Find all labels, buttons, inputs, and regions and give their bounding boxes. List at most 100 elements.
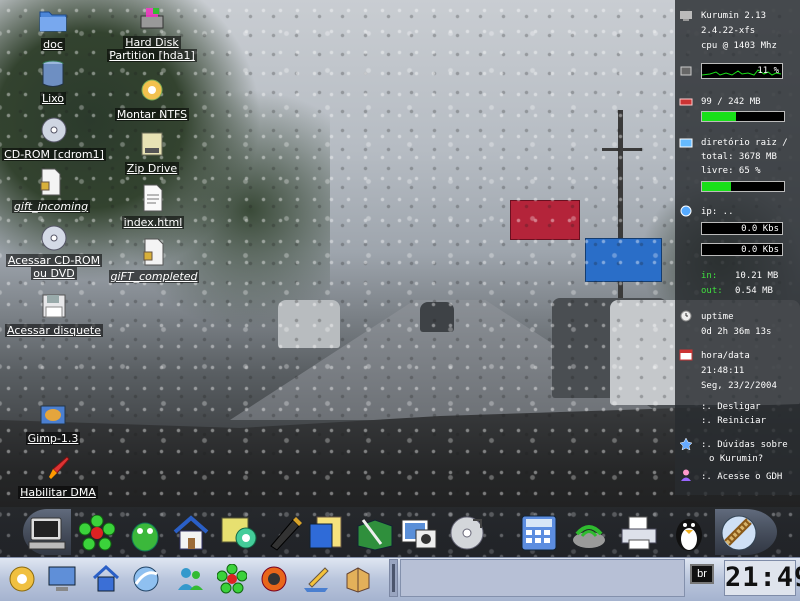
desktop-icon-label: ou DVD [31, 267, 77, 280]
icq-flower-icon[interactable] [76, 511, 118, 555]
desktop-icon-label: Montar NTFS [114, 108, 190, 121]
disk-free: livre: 65 % [701, 166, 761, 176]
video-film-icon[interactable] [718, 511, 760, 555]
calendar-icon [679, 349, 693, 361]
kwrite-editor-icon[interactable] [298, 560, 334, 598]
desktop-icon-index-html[interactable]: index.html [118, 182, 188, 229]
time-value: 21:48:11 [701, 366, 745, 376]
desktop-icon-zip-drive[interactable]: Zip Drive [122, 128, 182, 175]
desktop-icon-acessar-cdrom[interactable]: Acessar CD-ROM ou DVD [2, 222, 106, 280]
cdrom-icon [38, 114, 70, 146]
kernel-version: 2.4.22-xfs [701, 26, 756, 36]
help-link-line2[interactable]: o Kurumin? [709, 453, 763, 465]
tux-penguin-icon[interactable] [668, 511, 710, 555]
calculator-icon[interactable] [518, 511, 560, 555]
home-folder-icon[interactable] [88, 560, 124, 598]
locked-folder-icon [35, 166, 67, 198]
package-installer-icon[interactable] [340, 560, 376, 598]
zip-drive-icon [136, 128, 168, 160]
mascot-icon[interactable] [124, 511, 166, 555]
datetime-label: hora/data [701, 351, 750, 361]
media-player-disc-icon[interactable] [446, 511, 488, 555]
out-value: 0.54 MB [735, 286, 773, 296]
desktop-icon-label: Lixo [39, 92, 67, 105]
my-computer-icon[interactable] [26, 511, 68, 555]
network-status-icon[interactable] [568, 511, 610, 555]
panel-clock[interactable]: 21:49 [724, 560, 800, 596]
disk-bar [701, 181, 785, 192]
desktop-icon-label: index.html [121, 216, 185, 229]
desktop-icon-doc[interactable]: doc [34, 4, 72, 51]
uptime-value: 0d 2h 36m 13s [701, 327, 772, 337]
desktop-icon-montar-ntfs[interactable]: Montar NTFS [112, 74, 192, 121]
book-editor-icon[interactable] [354, 511, 396, 555]
clock-icon [680, 310, 692, 322]
konqueror-browser-icon[interactable] [128, 560, 164, 598]
desktop-icon-label: Acessar CD-ROM [5, 254, 103, 267]
shutdown-link[interactable]: :. Desligar [701, 401, 761, 413]
hard-disk-icon [136, 4, 168, 36]
trash-icon [37, 58, 69, 90]
text-editor-pen-icon[interactable] [264, 511, 306, 555]
messenger-icon[interactable] [172, 560, 208, 598]
icq-icon[interactable] [214, 560, 250, 598]
memory-usage: 99 / 242 MB [701, 97, 761, 107]
ip-label: ip: .. [701, 207, 734, 217]
net-out-rate: 0.0 Kbs [701, 243, 783, 256]
desktop-icon-label: gift_incoming [11, 200, 91, 213]
reboot-link[interactable]: :. Reiniciar [701, 415, 766, 427]
taskbar-handle[interactable] [389, 559, 398, 597]
memory-bar [701, 111, 785, 122]
desktop-icon-label: CD-ROM [cdrom1] [2, 148, 106, 161]
home-icon[interactable] [170, 511, 212, 555]
desktop-icon-habilitar-dma[interactable]: Habilitar DMA [10, 452, 106, 499]
net-in-rate: 0.0 Kbs [701, 222, 783, 235]
memory-icon [679, 98, 693, 106]
desktop-icon-label: doc [41, 38, 65, 51]
disk-icon [679, 138, 693, 148]
in-label: in: [701, 271, 718, 281]
desktop-icon-label: Habilitar DMA [18, 486, 98, 499]
cpu-chip-icon [680, 66, 692, 76]
desktop-icon-trash[interactable]: Lixo [34, 58, 72, 105]
desktop-icon-gimp[interactable]: Gimp-1.3 [22, 398, 84, 445]
rocket-icon [42, 452, 74, 484]
gimp-icon [37, 398, 69, 430]
calendar-notes-icon[interactable] [306, 511, 348, 555]
desktop-icon-gift-completed[interactable]: giFT_completed [106, 236, 202, 283]
gdh-link[interactable]: :. Acesse o GDH [701, 471, 782, 483]
desktop-icon-gift-incoming[interactable]: gift_incoming [10, 166, 92, 213]
control-center-icon[interactable] [218, 511, 260, 555]
cpu-speed: cpu @ 1403 Mhz [701, 41, 777, 51]
cpu-percent: 11 % [757, 66, 779, 76]
desktop-icon-label: Zip Drive [124, 162, 180, 175]
floppy-icon [38, 290, 70, 322]
k-menu-gear-icon[interactable] [4, 560, 40, 598]
desktop-icon-label: giFT_completed [108, 270, 200, 283]
user-icon [681, 469, 691, 481]
disk-total: total: 3678 MB [701, 152, 777, 162]
printer-icon[interactable] [618, 511, 660, 555]
desktop-icon-label: Hard Disk [123, 36, 181, 49]
out-label: out: [701, 286, 723, 296]
desktop-icon-hard-disk[interactable]: Hard Disk Partition [hda1] [104, 4, 200, 62]
cpu-graph: 11 % [701, 63, 783, 79]
folder-icon [37, 4, 69, 36]
firefox-browser-icon[interactable] [256, 560, 292, 598]
computer-icon [680, 11, 692, 21]
show-desktop-icon[interactable] [44, 560, 80, 598]
desktop-icon-cdrom[interactable]: CD-ROM [cdrom1] [2, 114, 106, 161]
gear-icon [136, 74, 168, 106]
application-dock [0, 507, 800, 557]
keyboard-layout-indicator[interactable]: br [690, 564, 714, 584]
desktop-icon-label: Partition [hda1] [107, 49, 197, 62]
cdrom-icon [38, 222, 70, 254]
system-monitor-panel: Kurumin 2.13 2.4.22-xfs cpu @ 1403 Mhz 1… [675, 0, 800, 495]
desktop-icon-acessar-disquete[interactable]: Acessar disquete [2, 290, 106, 337]
taskbar-window-list[interactable] [400, 559, 685, 597]
date-value: Seg, 23/2/2004 [701, 381, 777, 391]
help-link[interactable]: :. Dúvidas sobre [701, 439, 788, 451]
network-icon [680, 205, 692, 217]
html-file-icon [137, 182, 169, 214]
image-viewer-icon[interactable] [398, 511, 440, 555]
